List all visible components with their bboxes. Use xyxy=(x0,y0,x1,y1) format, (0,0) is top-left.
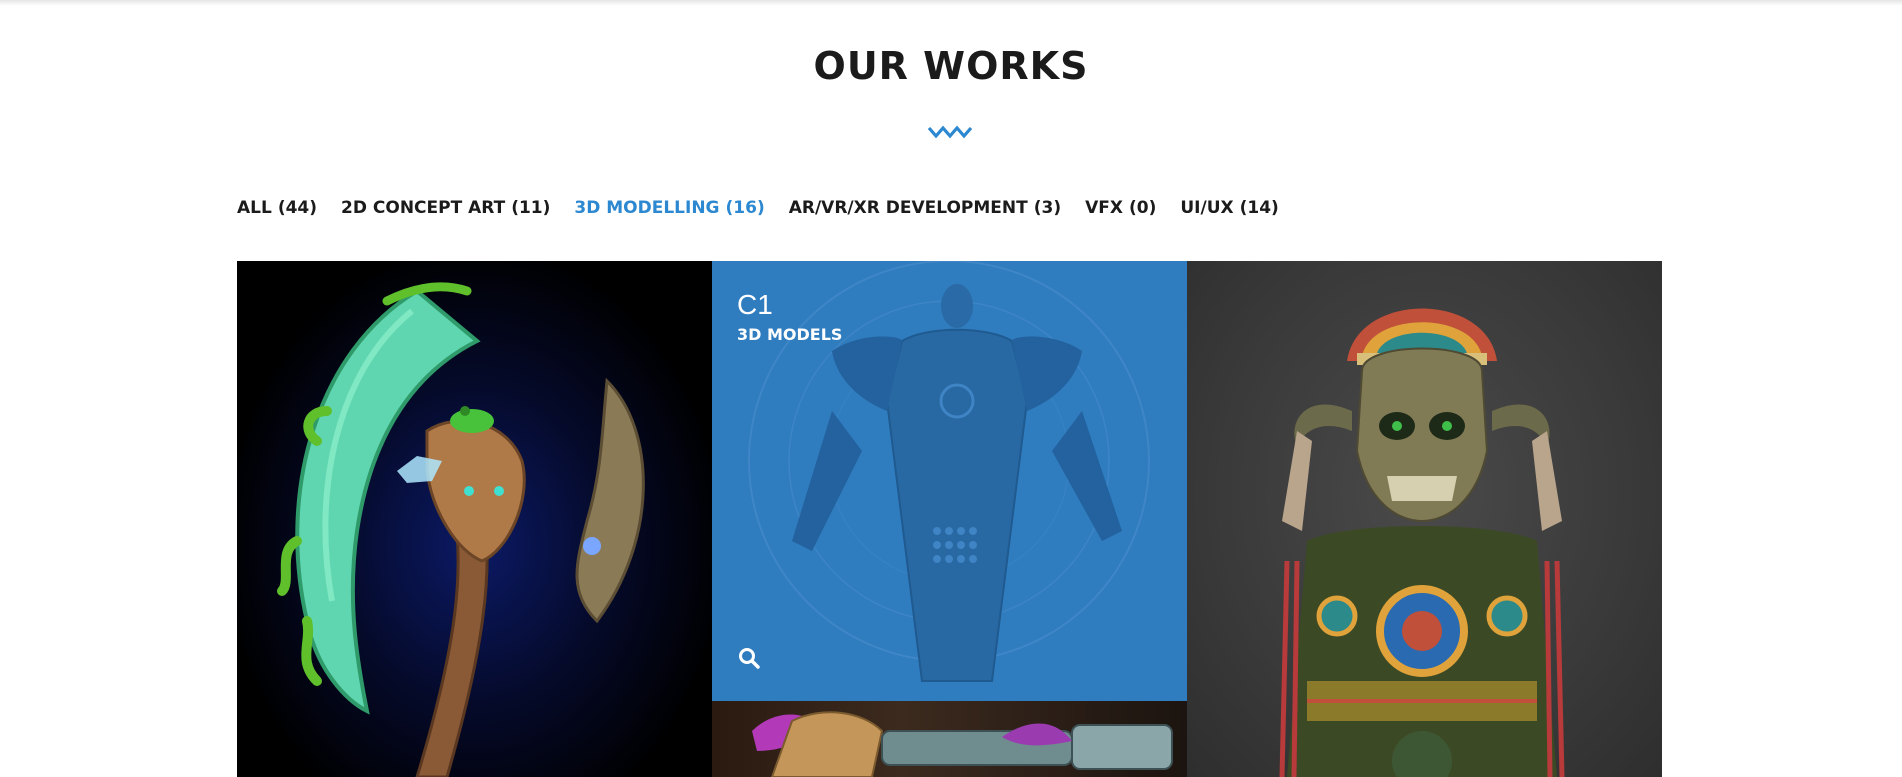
zigzag-wave-icon xyxy=(927,125,973,139)
filter-ar-vr-xr-development[interactable]: AR/VR/XR DEVELOPMENT (3) xyxy=(789,198,1061,218)
filter-count: (11) xyxy=(511,198,551,218)
filter-label: VFX xyxy=(1085,198,1123,218)
portfolio-item-shaman[interactable] xyxy=(1187,261,1662,777)
portfolio-filter-bar: ALL (44) 2D CONCEPT ART (11) 3D MODELLING(… xyxy=(237,198,1303,218)
filter-label: AR/VR/XR DEVELOPMENT xyxy=(788,198,1028,218)
filter-count: (0) xyxy=(1129,198,1157,218)
section-title: OUR WORKS xyxy=(813,44,1089,88)
filter-count: (14) xyxy=(1239,198,1279,218)
filter-label: 3D MODELLING xyxy=(574,198,720,218)
filter-count: (16) xyxy=(725,198,765,218)
filter-2d-concept-art[interactable]: 2D CONCEPT ART (11) xyxy=(341,198,550,218)
filter-ui-ux[interactable]: UI/UX (14) xyxy=(1180,198,1278,218)
portfolio-item-title: C1 xyxy=(737,289,773,320)
search-icon[interactable] xyxy=(738,647,760,669)
filter-label: 2D CONCEPT ART xyxy=(341,198,506,218)
portfolio-item-gun[interactable] xyxy=(712,701,1187,777)
shaman-artwork-image xyxy=(1279,308,1565,777)
filter-3d-modelling[interactable]: 3D MODELLING (16) xyxy=(574,198,764,218)
filter-label: UI/UX xyxy=(1180,198,1234,218)
filter-count: (44) xyxy=(277,198,318,218)
header-shadow xyxy=(0,0,1902,6)
axe-artwork-image xyxy=(277,282,645,777)
filter-vfx[interactable]: VFX (0) xyxy=(1085,198,1156,218)
filter-all[interactable]: ALL (44) xyxy=(237,198,317,218)
portfolio-item-c1[interactable]: C1 3D MODELS xyxy=(712,261,1187,701)
portfolio-grid: C1 3D MODELS xyxy=(237,261,1662,777)
filter-count: (3) xyxy=(1033,198,1062,218)
gun-artwork-image xyxy=(752,711,1173,777)
filter-label: ALL xyxy=(237,198,272,218)
portfolio-item-category: 3D MODELS xyxy=(737,325,843,344)
portfolio-item-axe[interactable] xyxy=(237,261,712,777)
